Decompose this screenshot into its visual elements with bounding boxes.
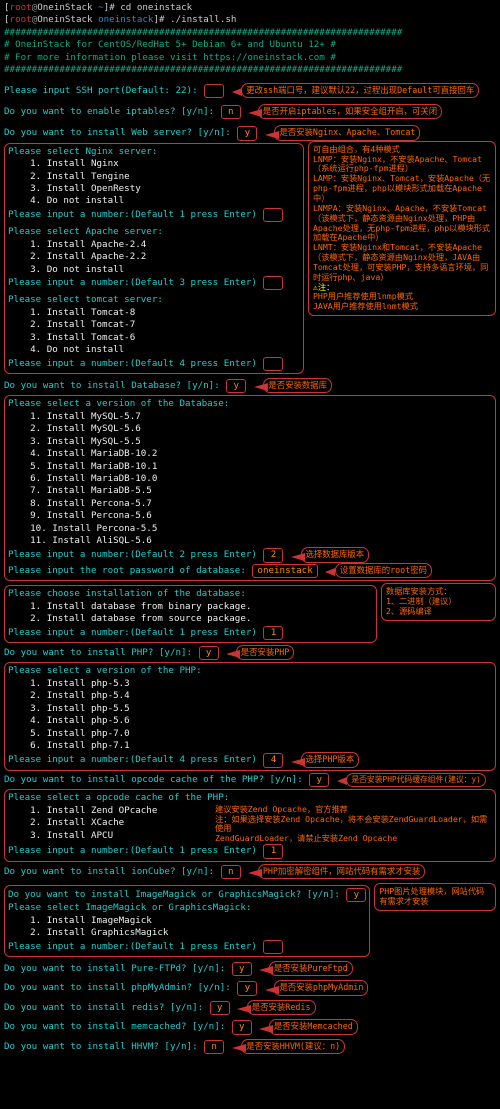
memcached-line: Do you want to install memcached? [y/n]:… [4,1019,496,1034]
hhvm-line: Do you want to install HHVM? [y/n]: n 是否… [4,1039,496,1054]
list-item: 2. Install Apache-2.2 [8,251,300,263]
db-version-box: Please select a version of the Database:… [4,395,496,581]
list-item: 9. Install Percona-5.6 [8,510,492,522]
list-item: 1. Install Zend OPcache [8,805,209,817]
list-item: 2. Install Tengine [8,171,300,183]
list-item: 3. Do not install [8,264,300,276]
web-note: 是否安装Nginx、Apache、Tomcat [274,125,420,140]
magick-box: Do you want to install ImageMagick or Gr… [4,885,370,957]
php-version-box: Please select a version of the PHP: 1. I… [4,662,496,770]
list-item: 4. Do not install [8,344,300,356]
list-item: 4. Do not install [8,195,300,207]
ftp-line: Do you want to install Pure-FTPd? [y/n]:… [4,961,496,976]
list-item: 1. Install database from binary package. [8,601,373,613]
ioncube-line: Do you want to install ionCube? [y/n]: n… [4,864,496,879]
list-item: 1. Install ImageMagick [8,915,366,927]
list-item: 3. Install MySQL-5.5 [8,436,492,448]
list-item: 2. Install php-5.4 [8,690,492,702]
opcode-box: Please select a opcode cache of the PHP:… [4,789,496,861]
list-item: 5. Install php-7.0 [8,728,492,740]
list-item: 1. Install Nginx [8,158,300,170]
list-item: 2. Install Tomcat-7 [8,319,300,331]
web-line: Do you want to install Web server? [y/n]… [4,125,496,140]
opcode-line: Do you want to install opcode cache of t… [4,773,496,788]
list-item: 4. Install MariaDB-10.2 [8,448,492,460]
db-line: Do you want to install Database? [y/n]: … [4,378,496,393]
php-line: Do you want to install PHP? [y/n]: y 是否安… [4,645,496,660]
db-install-help: 数据库安装方式：1、二进制（建议）2、源码编译 [381,583,496,621]
list-item: 6. Install MariaDB-10.0 [8,473,492,485]
ssh-port-line: Please input SSH port(Default: 22): 更改ss… [4,83,496,98]
list-item: 2. Install XCache [8,817,209,829]
list-item: 2. Install MySQL-5.6 [8,423,492,435]
iptables-answer[interactable]: n [221,105,241,119]
pma-line: Do you want to install phpMyAdmin? [y/n]… [4,980,496,995]
list-item: 3. Install php-5.5 [8,703,492,715]
list-item: 1. Install php-5.3 [8,678,492,690]
list-item: 3. Install OpenResty [8,183,300,195]
ssh-port-input[interactable] [204,84,224,98]
list-item: 7. Install MariaDB-5.5 [8,485,492,497]
list-item: 2. Install database from source package. [8,613,373,625]
list-item: 1. Install MySQL-5.7 [8,411,492,423]
web-answer[interactable]: y [237,126,257,140]
redis-line: Do you want to install redis? [y/n]: y 是… [4,1000,496,1015]
list-item: 4. Install php-5.6 [8,715,492,727]
list-item: 1. Install Apache-2.4 [8,239,300,251]
terminal: [root@OneinStack ~]# cd oneinstack [root… [0,0,500,1064]
list-item: 6. Install php-7.1 [8,740,492,752]
magick-help: PHP图片处理模块，网站代码有需求才安装 [374,883,496,911]
list-item: 1. Install Tomcat-8 [8,307,300,319]
list-item: 11. Install AliSQL-5.6 [8,535,492,547]
server-help: 可自由组合，有4种模式LNMP：安装Nginx，不安装Apache、Tomcat… [308,141,496,316]
iptables-line: Do you want to enable iptables? [y/n]: n… [4,104,496,119]
iptables-note: 是否开启iptables，如果安全组开启，可关闭 [258,104,442,119]
list-item: 5. Install MariaDB-10.1 [8,461,492,473]
list-item: 2. Install GraphicsMagick [8,927,366,939]
server-select-box: Please select Nginx server: 1. Install N… [4,143,304,374]
db-install-box: Please choose installation of the databa… [4,585,377,643]
banner: ########################################… [4,27,496,77]
list-item: 8. Install Percona-5.7 [8,498,492,510]
shell-line-2: [root@OneinStack oneinstack]# ./install.… [4,14,496,26]
ssh-note: 更改ssh端口号，建议默认22，过程出现Default可直接回车 [241,83,479,98]
opcode-help: 建议安装Zend Opcache，官方推荐注：如果选择安装Zend Opcach… [213,805,492,844]
list-item: 3. Install APCU [8,830,209,842]
list-item: 10. Install Percona-5.5 [8,523,492,535]
shell-line-1: [root@OneinStack ~]# cd oneinstack [4,2,496,14]
list-item: 3. Install Tomcat-6 [8,332,300,344]
